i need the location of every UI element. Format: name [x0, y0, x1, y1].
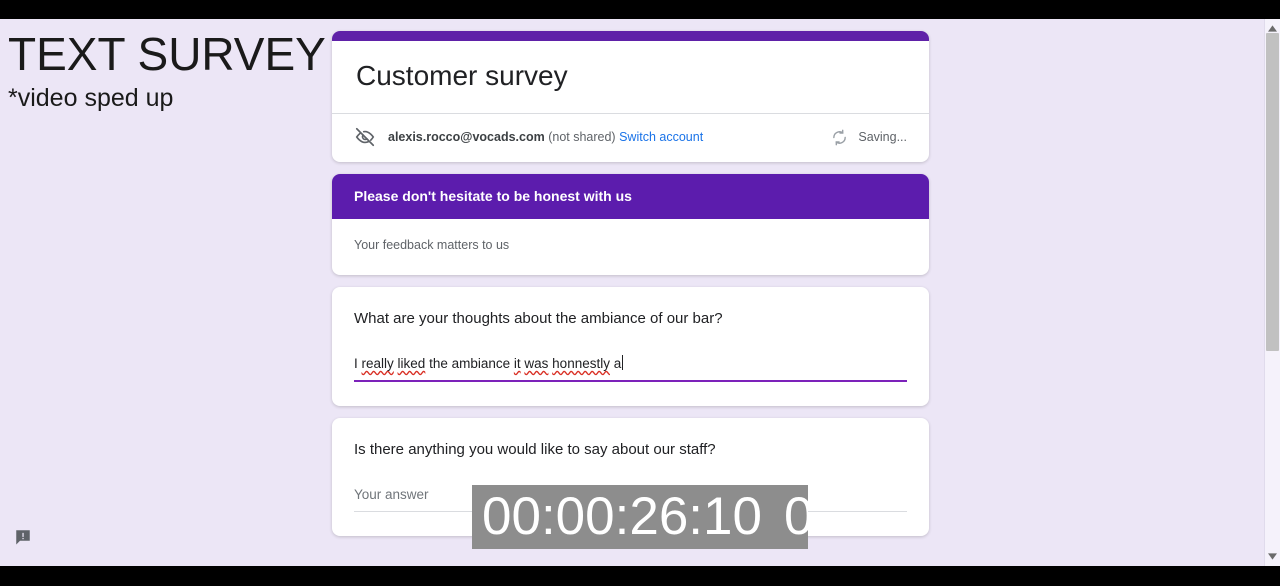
vertical-scrollbar[interactable]	[1264, 19, 1280, 566]
form-accent-strip	[332, 31, 929, 41]
section-card: Please don't hesitate to be honest with …	[332, 174, 929, 275]
answer-token: I	[354, 356, 362, 371]
section-title: Please don't hesitate to be honest with …	[354, 188, 632, 204]
eye-off-icon	[354, 126, 376, 148]
form-title: Customer survey	[356, 60, 568, 91]
saving-text: Saving...	[858, 130, 907, 144]
account-email: alexis.rocco@vocads.com	[388, 130, 545, 144]
page-surface: TEXT SURVEY *video sped up Customer surv…	[0, 19, 1280, 566]
answer-token: it	[513, 356, 521, 371]
answer-input-1[interactable]: I really liked the ambiance it was honne…	[354, 355, 907, 382]
text-caret	[622, 355, 624, 370]
question-card-1: What are your thoughts about the ambianc…	[332, 287, 929, 406]
scrollbar-thumb[interactable]	[1266, 33, 1279, 351]
section-band: Please don't hesitate to be honest with …	[332, 174, 929, 219]
letterbox-top	[0, 0, 1280, 19]
form-header-body: Customer survey	[332, 41, 929, 113]
answer-token: liked	[397, 356, 426, 371]
timer-value: 00:00:26:10	[482, 487, 762, 546]
timer-partial-digit: 0	[784, 487, 808, 546]
account-row: alexis.rocco@vocads.com (not shared) Swi…	[332, 114, 929, 162]
account-text: alexis.rocco@vocads.com (not shared) Swi…	[388, 130, 703, 144]
section-body: Your feedback matters to us	[332, 219, 929, 275]
sync-icon	[831, 129, 848, 146]
caption-title: TEXT SURVEY	[8, 28, 326, 80]
account-shared-state: (not shared)	[548, 130, 616, 144]
saving-status: Saving...	[831, 129, 907, 146]
answer-placeholder-2: Your answer	[354, 487, 429, 502]
form-column: Customer survey alexis.rocco@vocads.com …	[332, 31, 929, 548]
question-title-2: Is there anything you would like to say …	[354, 441, 716, 458]
chevron-down-icon[interactable]	[1265, 549, 1280, 564]
feedback-report-icon[interactable]	[14, 528, 32, 546]
answer-token: really	[361, 356, 394, 371]
switch-account-link[interactable]: Switch account	[619, 130, 703, 144]
answer-token: was	[524, 356, 549, 371]
video-timer-overlay: 00:00:26:10 0	[472, 485, 808, 549]
question-title-1: What are your thoughts about the ambianc…	[354, 310, 723, 327]
answer-token: honnestly	[552, 356, 610, 371]
answer-text-1: I really liked the ambiance it was honne…	[354, 356, 621, 371]
section-description: Your feedback matters to us	[354, 238, 510, 252]
letterbox-bottom	[0, 566, 1280, 586]
answer-token: the ambiance	[425, 356, 514, 371]
answer-token: a	[609, 356, 622, 371]
video-caption: TEXT SURVEY *video sped up	[8, 27, 326, 113]
caption-subtitle: *video sped up	[8, 84, 174, 112]
form-header-card: Customer survey alexis.rocco@vocads.com …	[332, 31, 929, 162]
